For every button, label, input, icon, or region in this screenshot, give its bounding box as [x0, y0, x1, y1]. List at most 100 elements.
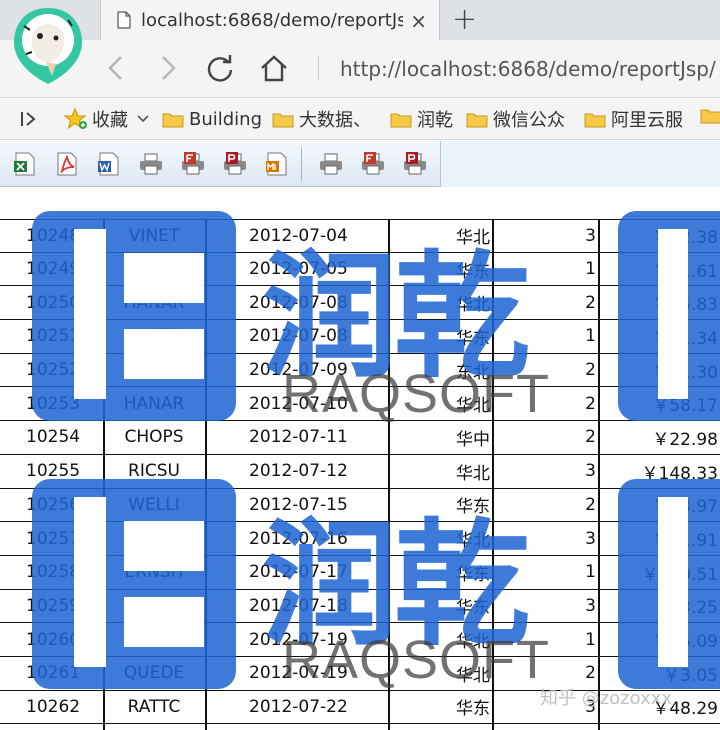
pdf-export-icon[interactable] — [54, 151, 80, 177]
arrow-right-icon — [162, 56, 176, 80]
order-id-cell: 10252 — [26, 360, 81, 381]
print-icon[interactable] — [318, 151, 344, 177]
region-cell: 华东 — [456, 328, 490, 349]
pdf-print-icon[interactable] — [222, 151, 248, 177]
customer-cell: TOMSP — [124, 259, 184, 280]
bookmark-folder-bigdata[interactable]: 大数据、 — [272, 106, 371, 132]
bookmark-folder-raqsoft[interactable]: 润乾 — [390, 106, 453, 132]
customer-cell: VICTE — [129, 326, 179, 347]
flash-print-icon[interactable] — [360, 151, 386, 177]
customer-cell: OTTIK — [128, 629, 179, 650]
quantity-cell: 2 — [585, 427, 596, 448]
bookmarks-bar: 收藏 Building 大数据、 润乾 微信公众 阿里云服 — [0, 98, 720, 140]
order-id-cell: 10257 — [26, 528, 81, 549]
folder-icon — [162, 113, 184, 127]
order-id-cell: 10248 — [26, 225, 81, 246]
bookmark-folder-aliyun[interactable]: 阿里云服 — [584, 106, 683, 132]
quantity-cell: 2 — [585, 494, 596, 515]
bookmark-label: Building — [189, 108, 263, 130]
excel-export-icon[interactable] — [12, 151, 38, 177]
amount-cell: ￥140.51 — [641, 564, 718, 585]
order-id-cell: 10249 — [26, 259, 81, 280]
text-export-icon[interactable] — [264, 151, 290, 177]
amount-cell: ￥148.33 — [641, 463, 718, 484]
quantity-cell: 2 — [585, 292, 596, 313]
table-row: 10260 OTTIK 2012-07-19 华北 1 ￥55.09 — [0, 623, 720, 657]
customer-cell: CENTC — [125, 595, 183, 616]
quantity-cell: 3 — [585, 461, 596, 482]
order-id-cell: 10251 — [26, 326, 81, 347]
column-divider — [598, 219, 600, 730]
back-button[interactable] — [98, 50, 134, 86]
sidebar-toggle-icon[interactable] — [20, 110, 38, 128]
bookmark-label: 阿里云服 — [611, 110, 683, 131]
reload-button[interactable] — [202, 50, 238, 86]
region-cell: 华东 — [456, 598, 490, 619]
home-button[interactable] — [256, 50, 292, 86]
order-id-cell: 10262 — [26, 696, 81, 717]
folder-icon[interactable] — [700, 107, 720, 124]
customer-cell: RATTC — [127, 696, 181, 717]
column-divider — [388, 219, 390, 730]
pdf-print-icon[interactable] — [402, 151, 428, 177]
customer-cell: HANAR — [123, 292, 185, 313]
order-id-cell: 10256 — [26, 494, 81, 515]
order-id-cell: 10254 — [26, 427, 81, 448]
bookmark-folder-building[interactable]: Building — [162, 106, 262, 132]
avatar[interactable] — [12, 6, 84, 86]
folder-icon — [390, 113, 412, 127]
order-date-cell: 2012-07-11 — [249, 427, 348, 448]
bookmark-favorites[interactable]: 收藏 — [64, 106, 150, 132]
region-cell: 华中 — [456, 429, 490, 450]
region-cell: 华北 — [456, 396, 490, 417]
order-date-cell: 2012-07-10 — [249, 393, 348, 414]
toolbar-blank-area — [440, 141, 720, 187]
table-row: 10250 HANAR 2012-07-08 华北 2 ￥65.83 — [0, 286, 720, 321]
region-cell: 华北 — [456, 228, 490, 249]
customer-cell: HILAA — [128, 528, 180, 549]
arrow-left-icon — [108, 56, 122, 80]
address-field[interactable]: http://localhost:6868/demo/reportJsp/ — [340, 52, 720, 86]
toolbar-divider — [318, 56, 319, 80]
region-cell: 华北 — [456, 632, 490, 653]
amount-cell: ￥81.91 — [652, 531, 718, 552]
quantity-cell: 2 — [585, 393, 596, 414]
region-cell: 东北 — [456, 362, 490, 383]
order-id-cell: 10250 — [26, 292, 81, 313]
table-row: 10256 WELLI 2012-07-15 华东 2 ￥13.97 — [0, 489, 720, 523]
region-cell: 华北 — [456, 665, 490, 686]
order-id-cell: 10259 — [26, 595, 81, 616]
browser-tab-strip: localhost:6868/demo/reportJsp × + — [0, 0, 720, 40]
column-divider — [103, 219, 105, 730]
flash-print-icon[interactable] — [180, 151, 206, 177]
folder-icon — [466, 113, 488, 127]
quantity-cell: 3 — [585, 528, 596, 549]
browser-tab[interactable]: localhost:6868/demo/reportJsp × — [100, 0, 440, 40]
order-date-cell: 2012-07-17 — [249, 562, 348, 583]
folder-icon — [584, 113, 606, 127]
quantity-cell: 3 — [585, 595, 596, 616]
forward-button[interactable] — [150, 50, 186, 86]
new-tab-button[interactable]: + — [452, 2, 477, 37]
amount-cell: ￥51.30 — [652, 362, 718, 383]
bookmark-label: 微信公众 — [493, 110, 565, 131]
amount-cell: ￥32.38 — [652, 228, 718, 249]
bookmark-folder-wechat[interactable]: 微信公众 — [466, 106, 565, 132]
table-row: 10249 TOMSP 2012-07-05 华东 1 ￥11.61 — [0, 253, 720, 287]
region-cell: 华北 — [456, 295, 490, 316]
order-date-cell: 2012-07-04 — [249, 225, 348, 246]
customer-cell: VINET — [128, 225, 180, 246]
customer-cell: SUPRD — [124, 360, 184, 381]
customer-cell: RICSU — [128, 461, 180, 482]
print-icon[interactable] — [138, 151, 164, 177]
home-icon — [261, 55, 287, 82]
region-cell: 华东 — [456, 564, 490, 585]
table-row: 10248 VINET 2012-07-04 华北 3 ￥32.38 — [0, 219, 720, 253]
quantity-cell: 1 — [585, 259, 596, 280]
table-row: 10253 HANAR 2012-07-10 华北 2 ￥58.17 — [0, 387, 720, 422]
column-divider — [492, 219, 494, 730]
tab-title: localhost:6868/demo/reportJsp — [141, 9, 403, 31]
close-tab-icon[interactable]: × — [410, 9, 427, 33]
order-date-cell: 2012-07-08 — [249, 292, 348, 313]
word-export-icon[interactable] — [96, 151, 122, 177]
